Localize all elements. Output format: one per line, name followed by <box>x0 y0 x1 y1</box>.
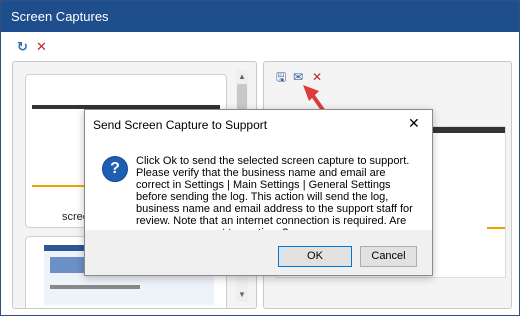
refresh-icon[interactable]: ↻ <box>17 40 28 54</box>
window-titlebar: Screen Captures <box>1 1 519 32</box>
screen-captures-window: Screen Captures ↻ ✕ scree ▲ ▼ 🖫 ✉ ✕ Send… <box>0 0 520 316</box>
dialog-title: Send Screen Capture to Support <box>93 118 268 132</box>
dialog-footer: OK Cancel <box>85 230 432 275</box>
cancel-button[interactable]: Cancel <box>360 246 417 267</box>
send-capture-dialog: Send Screen Capture to Support ✕ ? Click… <box>84 109 433 276</box>
close-icon[interactable]: ✕ <box>36 40 47 54</box>
delete-icon[interactable]: ✕ <box>312 71 322 83</box>
email-icon[interactable]: ✉ <box>293 71 303 83</box>
scroll-up-icon[interactable]: ▲ <box>238 72 246 81</box>
dialog-message: Click Ok to send the selected screen cap… <box>136 155 413 239</box>
dialog-titlebar: Send Screen Capture to Support ✕ <box>85 110 432 138</box>
close-icon[interactable]: ✕ <box>408 115 420 132</box>
window-title: Screen Captures <box>11 9 109 24</box>
scroll-down-icon[interactable]: ▼ <box>238 290 246 299</box>
ok-button[interactable]: OK <box>278 246 352 267</box>
dialog-body: ? Click Ok to send the selected screen c… <box>85 138 432 239</box>
question-icon: ? <box>102 156 128 182</box>
save-icon[interactable]: 🖫 <box>276 71 286 83</box>
